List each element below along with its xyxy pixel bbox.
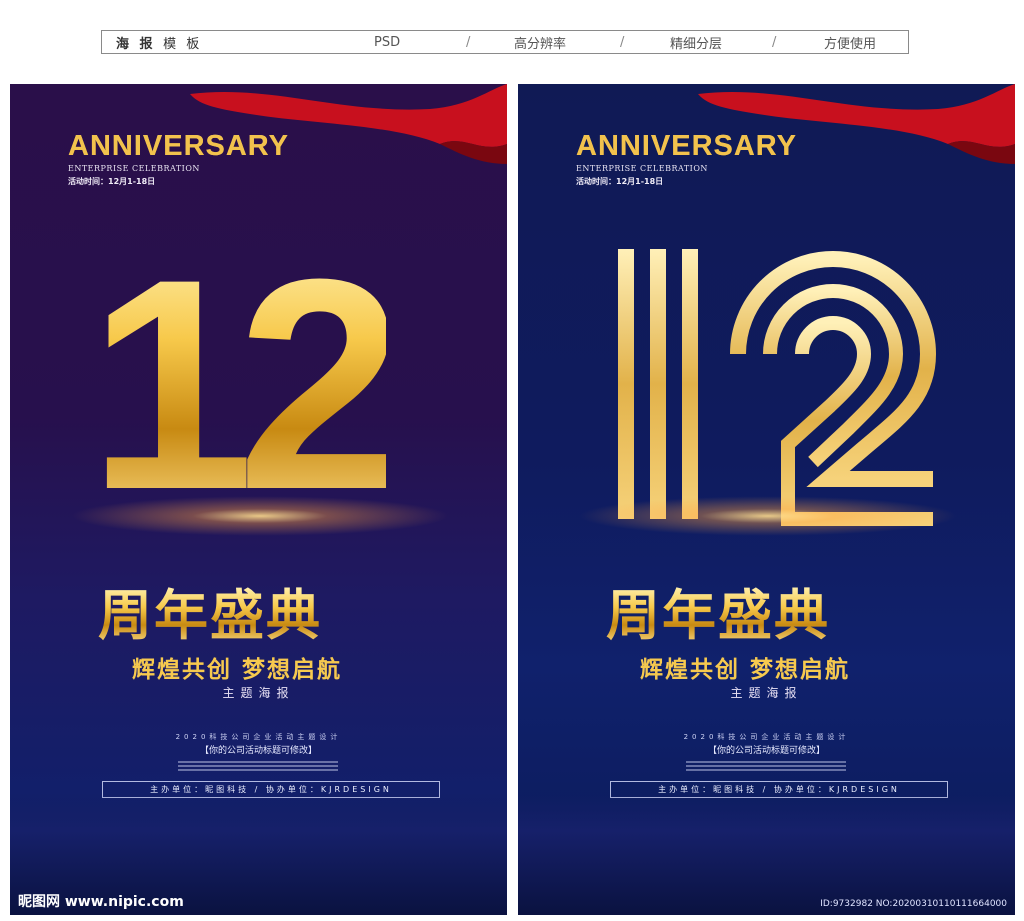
theme-label: 主题海报 [222, 686, 295, 700]
fine-print [178, 759, 338, 773]
template-info-bar: 海 报 模 板 PSD / 高分辨率 / 精细分层 / 方便使用 [101, 30, 909, 54]
separator: / [466, 34, 471, 50]
format-label: PSD [374, 34, 401, 50]
company-title: 【你的公司活动标题可修改】 [199, 746, 317, 756]
poster-left: ANNIVERSARY ENTERPRISE CELEBRATION 活动时间：… [10, 84, 507, 915]
slogan: 辉煌共创 梦想启航 [132, 657, 343, 683]
anniversary-title: ANNIVERSARY [68, 130, 290, 162]
activity-time: 活动时间：12月1-18日 [68, 177, 156, 186]
striped-number-12 [618, 249, 937, 526]
subtitle: 2020科技公司企业活动主题设计 [683, 733, 850, 741]
light-glow [70, 496, 450, 536]
enterprise-celebration: ENTERPRISE CELEBRATION [576, 164, 708, 173]
anniversary-number: 12 [88, 216, 404, 552]
convenience-label: 方便使用 [824, 36, 877, 52]
poster-right: ANNIVERSARY ENTERPRISE CELEBRATION 活动时间：… [518, 84, 1015, 915]
activity-time: 活动时间：12月1-18日 [576, 177, 664, 186]
enterprise-celebration: ENTERPRISE CELEBRATION [68, 164, 200, 173]
anniversary-title: ANNIVERSARY [576, 130, 798, 162]
id-watermark: ID:9732982 NO:20200310110111664000 [820, 899, 1007, 909]
headline: 周年盛典 [98, 584, 322, 647]
company-title: 【你的公司活动标题可修改】 [707, 746, 825, 756]
site-watermark: 昵图网 www.nipic.com [18, 894, 184, 910]
slogan: 辉煌共创 梦想启航 [640, 657, 851, 683]
title-bold: 海 报 [116, 36, 156, 52]
headline: 周年盛典 [606, 584, 830, 647]
separator: / [772, 34, 777, 50]
layers-label: 精细分层 [670, 36, 723, 52]
resolution-label: 高分辨率 [514, 36, 567, 52]
separator: / [620, 34, 625, 50]
light-glow [578, 496, 958, 536]
template-title: 海 报 模 板 [116, 33, 202, 52]
fine-print [686, 759, 846, 773]
city-skyline [518, 795, 1015, 915]
subtitle: 2020科技公司企业活动主题设计 [175, 733, 342, 741]
title-light: 模 板 [163, 36, 203, 52]
theme-label: 主题海报 [730, 686, 803, 700]
